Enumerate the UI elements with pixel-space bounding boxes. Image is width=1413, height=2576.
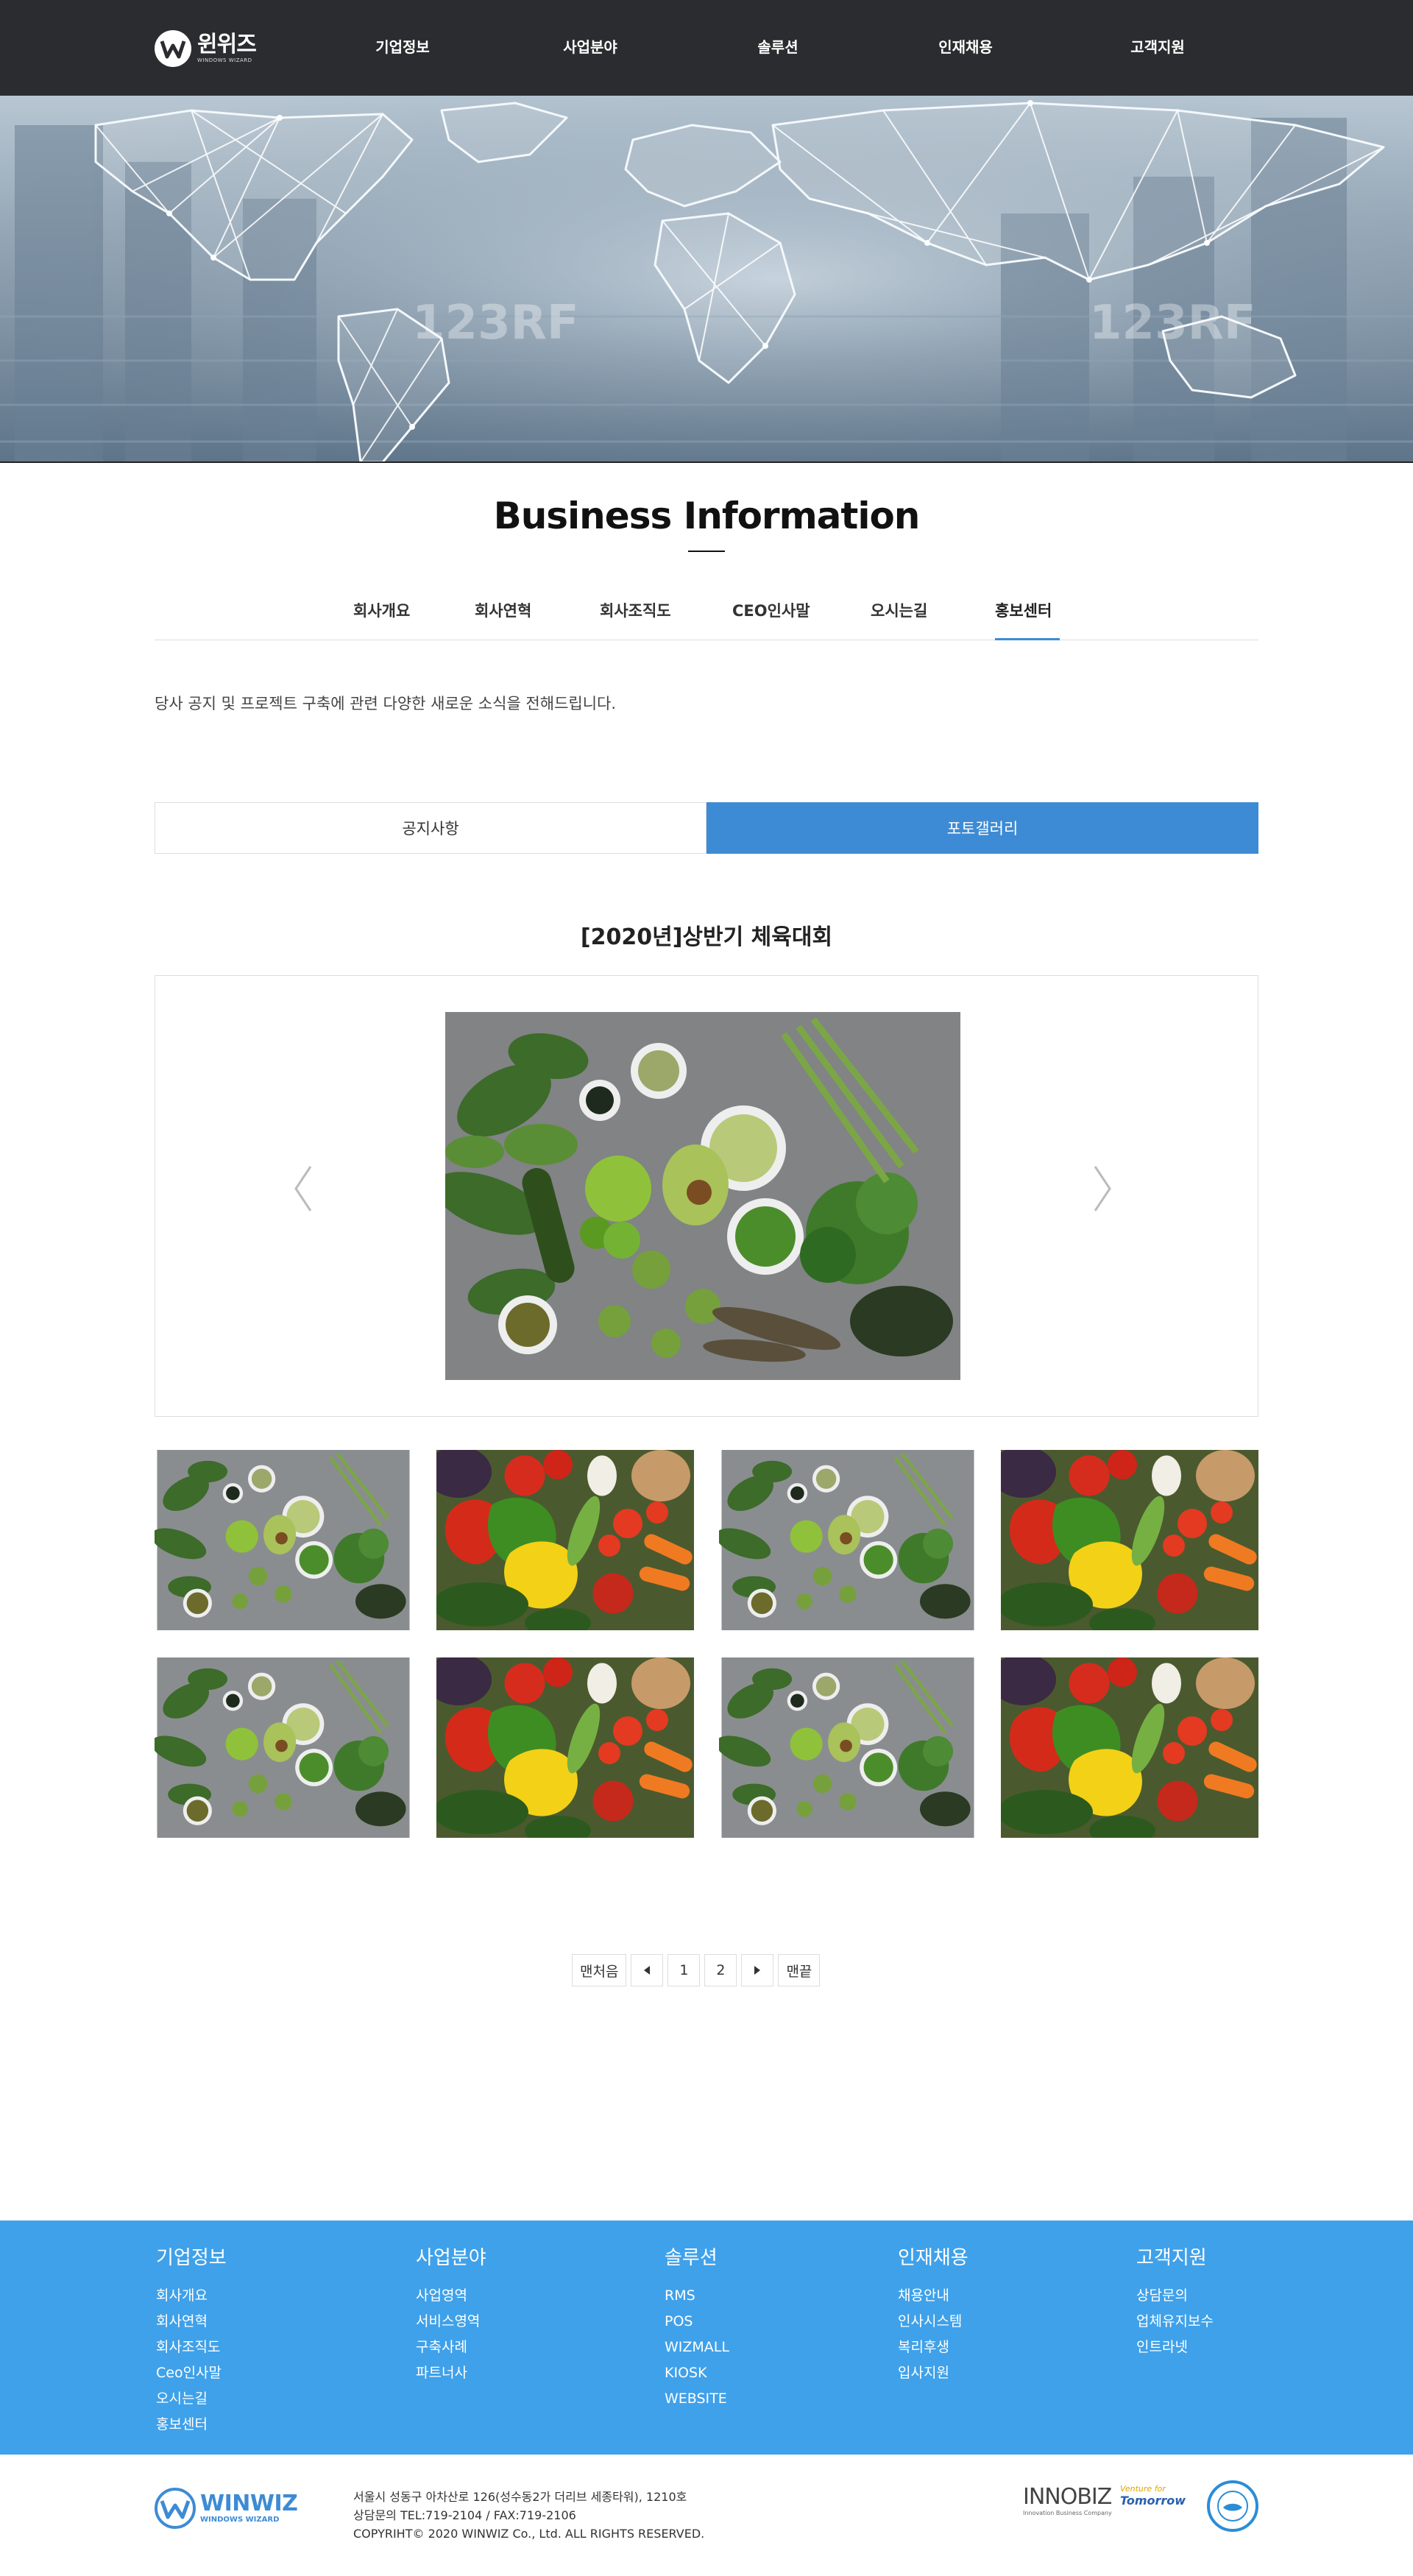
footer-link[interactable]: 채용안내 <box>898 2283 968 2309</box>
footer-link[interactable]: 상담문의 <box>1136 2283 1214 2309</box>
footer-column-business: 사업분야 사업영역 서비스영역 구축사례 파트너사 <box>416 2243 486 2386</box>
footer-link[interactable]: 업체유지보수 <box>1136 2309 1214 2335</box>
triangle-right-icon[interactable] <box>741 1954 774 1986</box>
copyright: COPYRIHT© 2020 WINWIZ Co., Ltd. ALL RIGH… <box>353 2527 705 2541</box>
winwiz-logo-icon <box>155 2488 196 2529</box>
footer-column-solution: 솔루션 RMS POS WIZMALL KIOSK WEBSITE <box>665 2243 729 2412</box>
main-nav: 기업정보 사업분야 솔루션 인재채용 고객지원 <box>0 0 1413 96</box>
footer-link[interactable]: 회사연혁 <box>156 2309 227 2335</box>
footer-link[interactable]: POS <box>665 2309 729 2335</box>
pagination-page-1[interactable]: 1 <box>667 1954 701 1986</box>
subtab-directions[interactable]: 오시는길 <box>871 599 927 621</box>
certification-seal-icon <box>1207 2480 1258 2532</box>
watermark-text-1: 123RF <box>412 296 579 350</box>
venture-main-text: Tomorrow <box>1120 2494 1186 2508</box>
footer-logo[interactable]: WINWIZ WINDOWS WIZARD <box>155 2488 298 2529</box>
innobiz-text: INNOBIZ <box>1023 2484 1112 2510</box>
gallery-thumbnail[interactable] <box>436 1450 694 1630</box>
footer-column-title: 고객지원 <box>1136 2247 1207 2269</box>
hero-banner: 123RF 123RF <box>0 96 1413 462</box>
chevron-right-icon[interactable] <box>1088 1163 1117 1214</box>
page-title: Business Information <box>493 495 921 537</box>
footer-link[interactable]: 홍보센터 <box>156 2412 227 2438</box>
nav-item-company[interactable]: 기업정보 <box>358 35 447 57</box>
company-info: 서울시 성동구 아차산로 126(성수동2가 더리브 세종타워), 1210호 … <box>353 2488 704 2543</box>
gallery-thumbnail[interactable] <box>155 1657 412 1838</box>
footer-link[interactable]: 입사지원 <box>898 2360 968 2386</box>
footer-link[interactable]: WEBSITE <box>665 2386 729 2412</box>
hero-divider <box>0 461 1413 463</box>
footer-link[interactable]: RMS <box>665 2283 729 2309</box>
innobiz-badge: INNOBIZ Innovation Business Company <box>1023 2484 1112 2516</box>
subtab-organization[interactable]: 회사조직도 <box>600 599 671 621</box>
footer-column-company: 기업정보 회사개요 회사연혁 회사조직도 Ceo인사말 오시는길 홍보센터 <box>156 2243 227 2438</box>
nav-item-business[interactable]: 사업분야 <box>546 35 634 57</box>
innobiz-subtext: Innovation Business Company <box>1023 2510 1112 2516</box>
nav-item-recruit[interactable]: 인재채용 <box>921 35 1010 57</box>
pagination-last-button[interactable]: 맨끝 <box>778 1954 821 1986</box>
pagination-page-2[interactable]: 2 <box>704 1954 737 1986</box>
footer-column-title: 솔루션 <box>665 2247 718 2269</box>
tab-notice[interactable]: 공지사항 <box>155 802 706 854</box>
nav-item-solution[interactable]: 솔루션 <box>734 35 822 57</box>
footer-column-recruit: 인재채용 채용안내 인사시스템 복리후생 입사지원 <box>898 2243 968 2386</box>
top-header: 윈위즈 WINDOWS WIZARD 기업정보 사업분야 솔루션 인재채용 고객… <box>0 0 1413 96</box>
footer-link[interactable]: 인트라넷 <box>1136 2335 1214 2360</box>
triangle-left-icon[interactable] <box>631 1954 664 1986</box>
venture-badge: Venture for Tomorrow <box>1120 2484 1186 2508</box>
company-contact: 상담문의 TEL:719-2104 / FAX:719-2106 <box>353 2508 576 2522</box>
footer-link[interactable]: Ceo인사말 <box>156 2360 227 2386</box>
gallery-thumbnail[interactable] <box>1001 1450 1258 1630</box>
footer-logo-text: WINWIZ <box>200 2491 298 2516</box>
intro-text: 당사 공지 및 프로젝트 구축에 관련 다양한 새로운 소식을 전해드립니다. <box>155 695 617 712</box>
footer-link[interactable]: 인사시스템 <box>898 2309 968 2335</box>
company-address: 서울시 성동구 아차산로 126(성수동2가 더리브 세종타워), 1210호 <box>353 2490 687 2504</box>
footer-column-support: 고객지원 상담문의 업체유지보수 인트라넷 <box>1136 2243 1214 2360</box>
title-underline <box>688 551 725 552</box>
footer-link[interactable]: WIZMALL <box>665 2335 729 2360</box>
footer-logo-subtext: WINDOWS WIZARD <box>200 2516 280 2524</box>
subtab-pr-center[interactable]: 홍보센터 <box>995 599 1052 621</box>
footer-column-title: 인재채용 <box>898 2247 968 2269</box>
post-title: [2020년]상반기 체육대회 <box>580 924 833 950</box>
subtab-ceo-greeting[interactable]: CEO인사말 <box>732 599 810 621</box>
footer-link[interactable]: 회사조직도 <box>156 2335 227 2360</box>
footer-sitemap: 기업정보 회사개요 회사연혁 회사조직도 Ceo인사말 오시는길 홍보센터 사업… <box>0 2221 1413 2455</box>
world-map-network-graphic: 123RF 123RF <box>0 96 1413 462</box>
footer-column-title: 사업분야 <box>416 2247 486 2269</box>
footer-info-bar: WINWIZ WINDOWS WIZARD 서울시 성동구 아차산로 126(성… <box>0 2455 1413 2576</box>
pagination-first-button[interactable]: 맨처음 <box>572 1954 627 1986</box>
nav-item-support[interactable]: 고객지원 <box>1113 35 1202 57</box>
gallery-thumbnail[interactable] <box>155 1450 412 1630</box>
subtab-history[interactable]: 회사연혁 <box>475 599 531 621</box>
footer-link[interactable]: 오시는길 <box>156 2386 227 2412</box>
gallery-thumbnail[interactable] <box>719 1657 977 1838</box>
tab-photo-gallery[interactable]: 포토갤러리 <box>706 802 1258 854</box>
footer-link[interactable]: 사업영역 <box>416 2283 486 2309</box>
pagination: 맨처음 1 2 맨끝 <box>572 1954 821 1986</box>
gallery-thumbnail[interactable] <box>719 1450 977 1630</box>
gallery-thumbnail[interactable] <box>1001 1657 1258 1838</box>
footer-link[interactable]: 파트너사 <box>416 2360 486 2386</box>
subtab-overview[interactable]: 회사개요 <box>353 599 410 621</box>
subtab-active-indicator <box>995 638 1060 640</box>
chevron-left-icon[interactable] <box>288 1163 318 1214</box>
gallery-thumbnail[interactable] <box>436 1657 694 1838</box>
board-tabs: 공지사항 포토갤러리 <box>155 802 1258 854</box>
venture-top-text: Venture for <box>1120 2484 1166 2494</box>
footer-link[interactable]: 회사개요 <box>156 2283 227 2309</box>
watermark-text-2: 123RF <box>1089 296 1256 350</box>
footer-link[interactable]: 복리후생 <box>898 2335 968 2360</box>
footer-link[interactable]: KIOSK <box>665 2360 729 2386</box>
sub-navigation: 회사개요 회사연혁 회사조직도 CEO인사말 오시는길 홍보센터 <box>155 581 1258 640</box>
footer-column-title: 기업정보 <box>156 2247 227 2269</box>
main-gallery-image <box>445 1012 960 1380</box>
footer-link[interactable]: 구축사례 <box>416 2335 486 2360</box>
footer-link[interactable]: 서비스영역 <box>416 2309 486 2335</box>
